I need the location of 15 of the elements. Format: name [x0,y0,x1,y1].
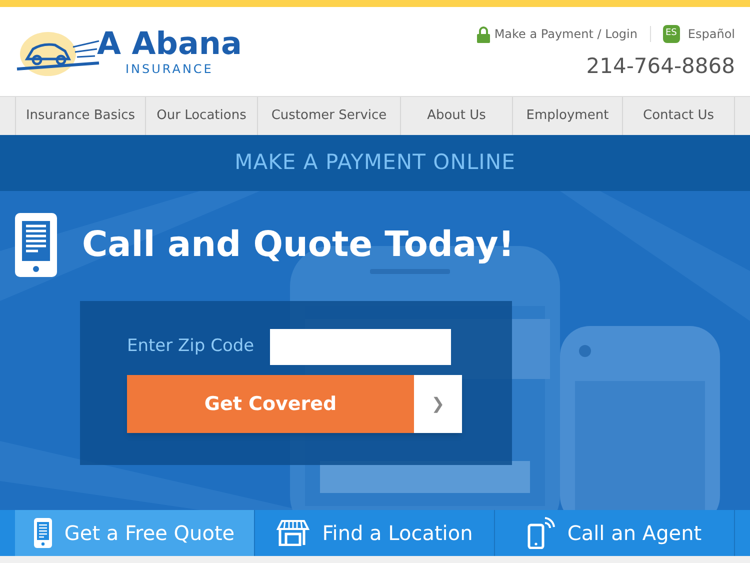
tablet-icon [34,518,52,548]
zip-code-field[interactable] [270,329,452,365]
phone-signal-icon [527,517,556,549]
logo-subtitle: INSURANCE [125,61,214,78]
language-badge: ES [662,25,680,43]
hero-title: Call and Quote Today! [82,224,514,267]
logo-title[interactable]: A Abana [97,29,242,60]
arrow-button[interactable]: ❯ [414,375,462,433]
language-link[interactable]: Español [688,25,735,43]
zip-code-label: Enter Zip Code [127,335,254,358]
lock-icon [477,26,490,42]
phone-number: 214-764-8868 [586,53,735,80]
storefront-icon [276,520,310,546]
tablet-icon [15,213,57,277]
payment-login-link[interactable]: Make a Payment / Login [494,25,638,43]
